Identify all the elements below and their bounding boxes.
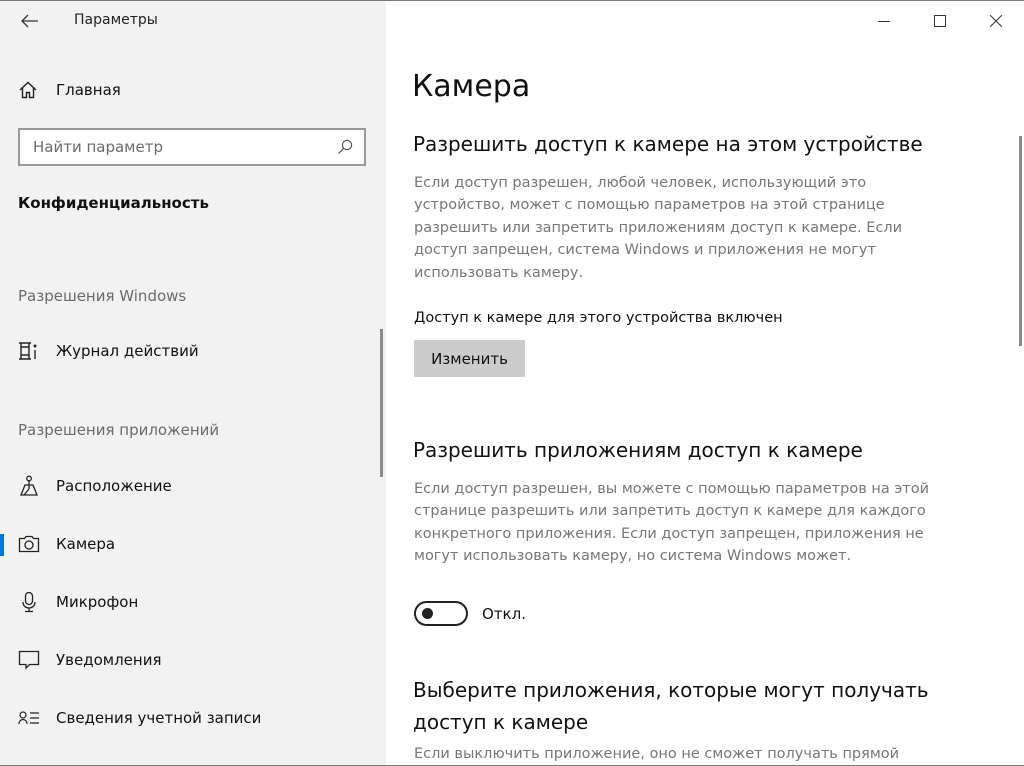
maximize-icon [934, 15, 946, 27]
window-controls [856, 1, 1024, 41]
back-arrow-icon [21, 14, 38, 28]
camera-icon [18, 533, 40, 555]
sidebar-item-camera[interactable]: Камера [0, 524, 386, 564]
main-content: Камера Разрешить доступ к камере на этом… [386, 1, 1024, 765]
sidebar-item-label: Расположение [56, 477, 172, 495]
group-label-windows-permissions: Разрешения Windows [18, 287, 187, 305]
apps-access-heading: Разрешить приложениям доступ к камере [413, 438, 863, 462]
minimize-icon [878, 21, 890, 22]
sidebar-item-microphone[interactable]: Микрофон [0, 582, 386, 622]
sidebar-item-activity-history[interactable]: Журнал действий [0, 331, 386, 371]
sidebar-item-label: Уведомления [56, 651, 162, 669]
maximize-button[interactable] [912, 1, 968, 41]
toggle-knob [422, 608, 433, 619]
sidebar-item-label: Журнал действий [56, 342, 199, 360]
change-button[interactable]: Изменить [414, 340, 525, 377]
activity-history-icon [18, 340, 40, 362]
settings-window: Параметры Главная Конфиденциальность Раз… [0, 0, 1024, 766]
choose-apps-description: Если выключить приложение, оно не сможет… [414, 746, 900, 762]
sidebar-item-location[interactable]: Расположение [0, 466, 386, 506]
apps-access-toggle[interactable] [414, 601, 468, 626]
search-input[interactable] [33, 138, 336, 156]
apps-access-description: Если доступ разрешен, вы можете с помощь… [414, 481, 930, 565]
home-icon [18, 80, 38, 100]
section-heading: Конфиденциальность [18, 194, 209, 212]
close-icon [990, 15, 1002, 27]
nav-home-label: Главная [56, 81, 121, 99]
sidebar-item-label: Сведения учетной записи [56, 709, 262, 727]
page-title: Камера [412, 69, 531, 104]
device-access-heading: Разрешить доступ к камере на этом устрой… [413, 132, 923, 156]
toggle-state-label: Откл. [482, 604, 526, 623]
sidebar-item-label: Микрофон [56, 593, 139, 611]
close-button[interactable] [968, 1, 1024, 41]
minimize-button[interactable] [856, 1, 912, 41]
nav-home[interactable]: Главная [18, 77, 121, 103]
app-title: Параметры [74, 12, 158, 28]
sidebar-scrollbar[interactable] [380, 329, 383, 477]
sidebar-item-notifications[interactable]: Уведомления [0, 640, 386, 680]
search-box[interactable] [18, 128, 366, 166]
device-access-description: Если доступ разрешен, любой человек, исп… [414, 175, 903, 281]
microphone-icon [18, 591, 40, 613]
choose-apps-heading: Выберите приложения, которые могут получ… [413, 678, 929, 734]
sidebar-item-label: Камера [56, 535, 116, 553]
device-access-status: Доступ к камере для этого устройства вкл… [414, 310, 783, 326]
group-label-app-permissions: Разрешения приложений [18, 421, 220, 439]
location-icon [18, 475, 40, 497]
main-scrollbar[interactable] [1019, 136, 1022, 346]
account-info-icon [18, 707, 40, 729]
sidebar: Параметры Главная Конфиденциальность Раз… [0, 1, 386, 765]
search-icon[interactable] [336, 138, 354, 156]
selected-indicator [0, 534, 4, 556]
notifications-icon [18, 649, 40, 671]
sidebar-item-account-info[interactable]: Сведения учетной записи [0, 698, 386, 738]
apps-access-toggle-row: Откл. [414, 601, 526, 626]
back-button[interactable] [18, 9, 42, 33]
